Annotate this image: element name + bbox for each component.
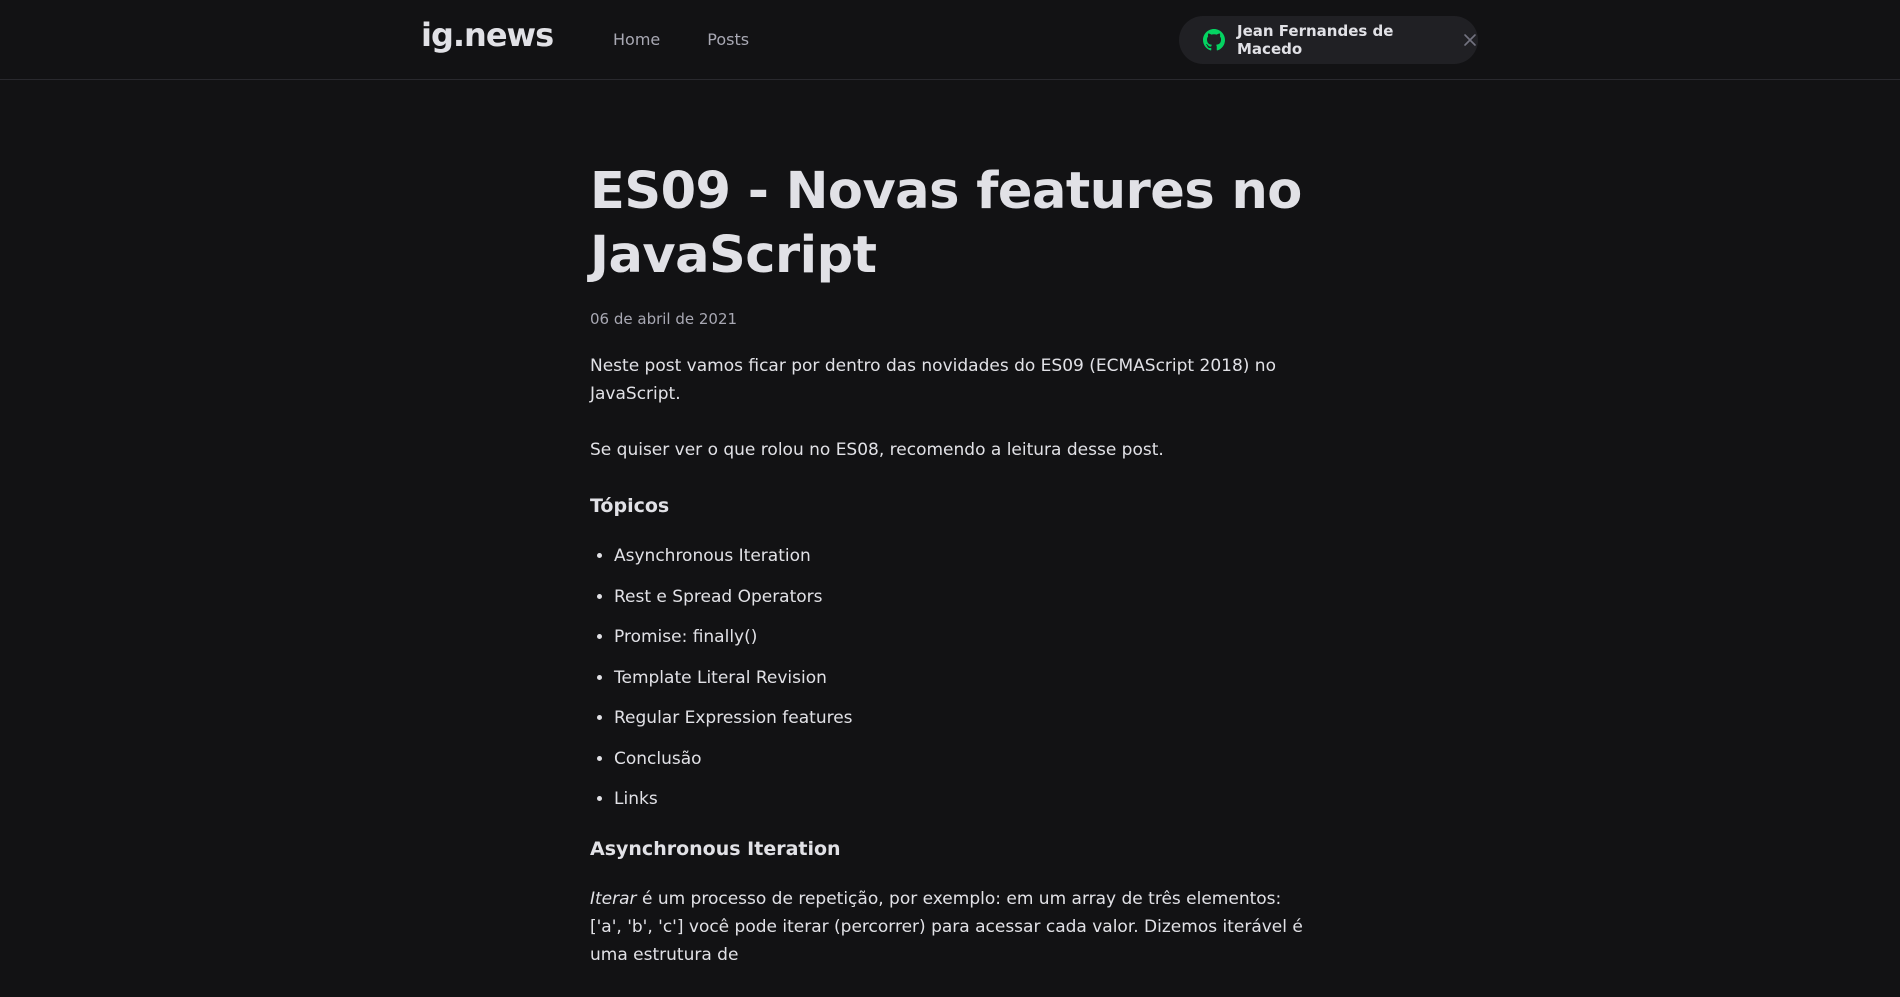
logo[interactable]: ig.news <box>421 16 554 54</box>
nav-link-home[interactable]: Home <box>613 30 660 49</box>
emphasis-text: Iterar <box>590 889 637 909</box>
section-heading-async-iteration: Asynchronous Iteration <box>590 838 841 860</box>
topic-item: Conclusão <box>614 745 1310 773</box>
topic-item: Rest e Spread Operators <box>614 583 1310 611</box>
topic-item: Template Literal Revision <box>614 664 1310 692</box>
main-nav: Home Posts <box>613 30 796 49</box>
topic-item: Promise: finally() <box>614 623 1310 651</box>
user-name: Jean Fernandes de Macedo <box>1237 22 1394 58</box>
section-paragraph: Iterar é um processo de repetição, por e… <box>590 885 1310 969</box>
close-icon[interactable] <box>1462 32 1478 48</box>
github-icon <box>1203 29 1225 51</box>
site-header: ig.news Home Posts Jean Fernandes de Mac… <box>0 0 1900 80</box>
topics-heading: Tópicos <box>590 495 670 517</box>
topics-list: Asynchronous Iteration Rest e Spread Ope… <box>590 542 1310 813</box>
post-es08-note: Se quiser ver o que rolou no ES08, recom… <box>590 440 1164 460</box>
nav-link-posts[interactable]: Posts <box>707 30 749 49</box>
topic-item: Regular Expression features <box>614 704 1310 732</box>
topic-item: Links <box>614 785 1310 813</box>
topic-item: Asynchronous Iteration <box>614 542 1310 570</box>
post-title: ES09 - Novas features no JavaScript <box>590 162 1302 285</box>
signed-in-user-button[interactable]: Jean Fernandes de Macedo <box>1179 16 1478 64</box>
post-intro: Neste post vamos ficar por dentro das no… <box>590 356 1276 404</box>
post-content: Neste post vamos ficar por dentro das no… <box>590 352 1310 969</box>
post-date: 06 de abril de 2021 <box>590 310 738 328</box>
post-article: ES09 - Novas features no JavaScript 06 d… <box>590 160 1310 997</box>
paragraph-text: é um processo de repetição, por exemplo:… <box>590 889 1303 965</box>
